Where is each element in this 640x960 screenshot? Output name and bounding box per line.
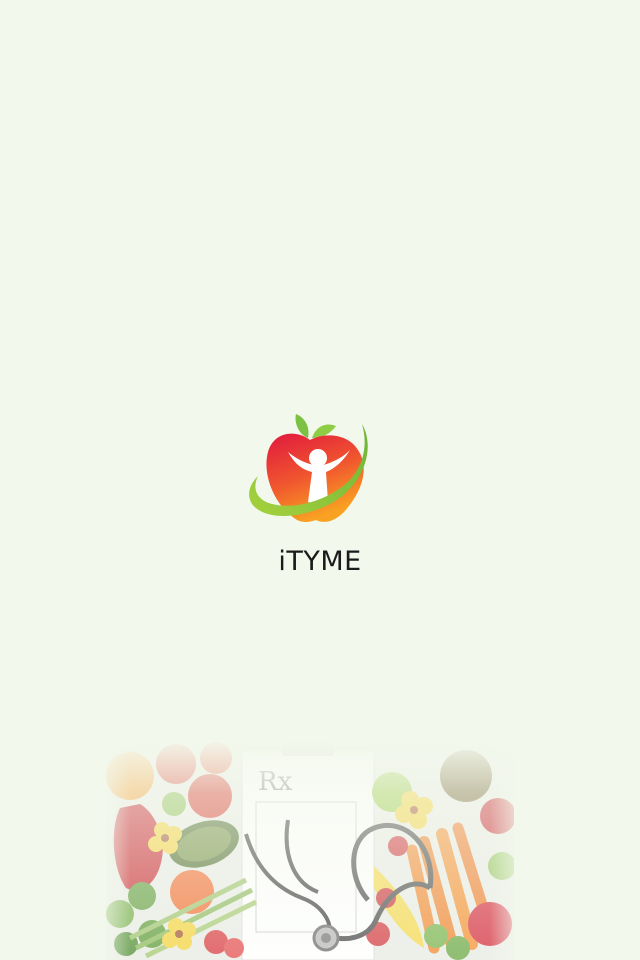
healthy-food-banner-image: Rx xyxy=(106,738,514,960)
splash-screen: iTYME Rx xyxy=(0,0,640,960)
app-logo-icon xyxy=(249,414,368,522)
app-name: iTYME xyxy=(278,546,362,577)
